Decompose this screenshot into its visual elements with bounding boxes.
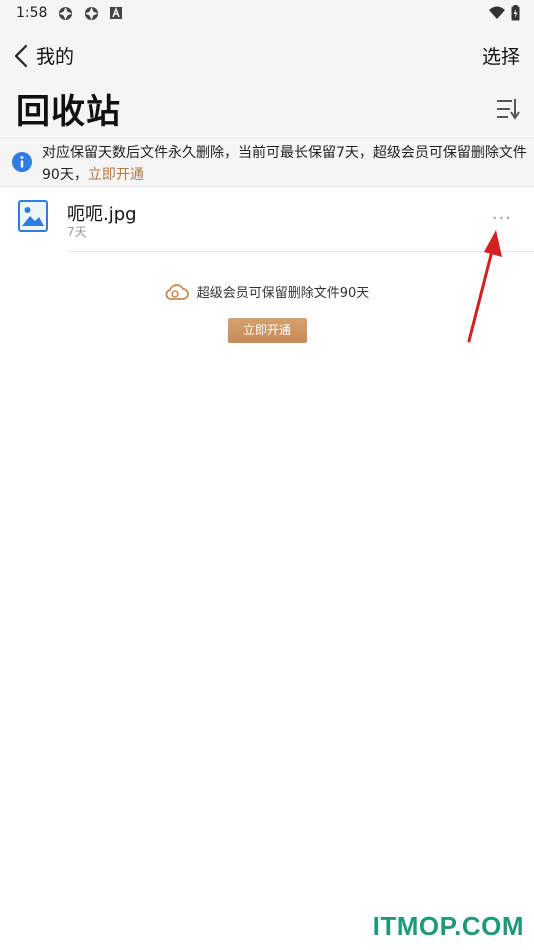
watermark: ITMOP.COM [372, 911, 524, 941]
chevron-left-icon [14, 44, 28, 67]
notice-activate-link[interactable]: 立即开通 [88, 167, 144, 183]
activate-vip-button[interactable]: 立即开通 [227, 317, 307, 343]
status-bar: 1:58 [0, 0, 534, 28]
file-item[interactable]: 呃呃.jpg 7天 ··· [0, 188, 534, 252]
status-time: 1:58 [16, 5, 48, 21]
battery-icon [511, 5, 520, 21]
app-notification-icon [58, 6, 73, 21]
promo-text: 超级会员可保留删除文件90天 [196, 286, 370, 301]
cloud-icon [165, 283, 189, 300]
app-notification-icon [84, 6, 99, 21]
file-retention: 7天 [67, 225, 87, 239]
image-file-icon [18, 200, 48, 232]
info-icon [12, 152, 32, 172]
page-title: 回收站 [16, 92, 121, 132]
back-button[interactable]: 我的 [14, 42, 74, 69]
retention-notice: 对应保留天数后文件永久删除，当前可最长保留7天，超级会员可保留删除文件90天，立… [0, 137, 534, 187]
sort-icon[interactable] [496, 98, 520, 120]
vip-promo: 超级会员可保留删除文件90天 立即开通 [0, 282, 534, 343]
wifi-icon [489, 6, 505, 19]
header: 我的 选择 回收站 [0, 28, 534, 136]
select-button[interactable]: 选择 [482, 42, 520, 69]
notice-text: 对应保留天数后文件永久删除，当前可最长保留7天，超级会员可保留删除文件90天，立… [42, 142, 534, 186]
back-label: 我的 [36, 46, 75, 68]
text-notification-icon [110, 7, 122, 19]
